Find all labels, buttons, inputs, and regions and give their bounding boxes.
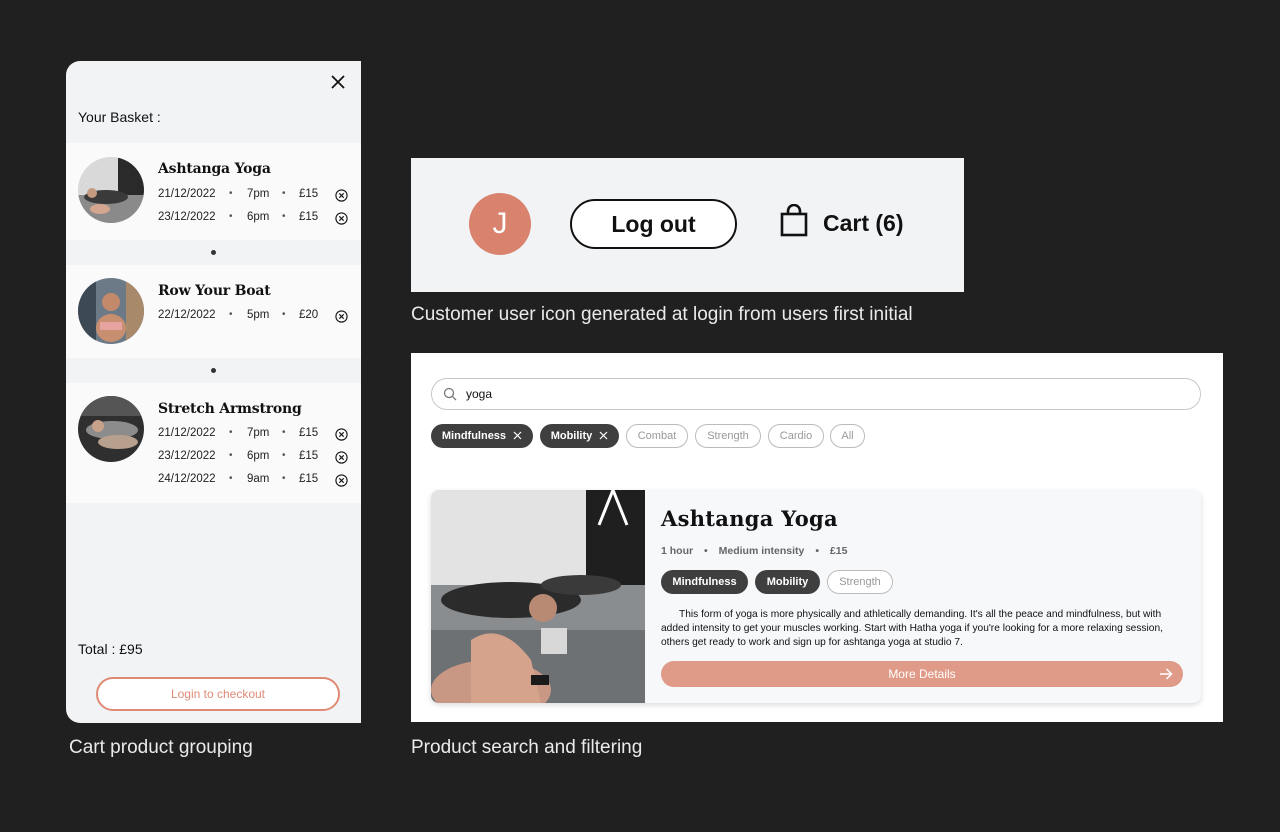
separator: • <box>282 450 286 461</box>
search-icon <box>443 387 457 401</box>
product-meta: 1 hour • Medium intensity • £15 <box>661 545 855 557</box>
slot-time: 9am <box>247 473 270 485</box>
product-intensity: Medium intensity <box>718 545 805 557</box>
slot-price: £15 <box>299 427 319 439</box>
class-thumbnail <box>78 396 144 462</box>
filter-chip-all[interactable]: All <box>830 424 865 448</box>
separator: • <box>229 188 233 199</box>
class-thumbnail <box>78 157 144 223</box>
product-duration: 1 hour <box>661 545 694 557</box>
close-icon[interactable] <box>513 431 522 440</box>
slot-time: 5pm <box>247 309 270 321</box>
arrow-right-icon <box>1160 668 1173 680</box>
slot-date: 22/12/2022 <box>158 309 216 321</box>
user-avatar[interactable]: J <box>469 193 531 255</box>
separator: • <box>229 450 233 461</box>
basket-slot: 23/12/2022 • 6pm • £15 <box>158 211 348 227</box>
product-image <box>431 490 645 703</box>
basket-slot: 21/12/2022 • 7pm • £15 <box>158 188 348 204</box>
basket-group: Ashtanga Yoga 21/12/2022 • 7pm • £15 23/… <box>66 143 361 240</box>
meta-separator: • <box>815 545 819 557</box>
separator: • <box>282 427 286 438</box>
product-tag-strength: Strength <box>827 570 893 594</box>
caption-cart: Cart product grouping <box>69 737 253 758</box>
separator: • <box>229 309 233 320</box>
close-icon[interactable] <box>599 431 608 440</box>
slot-time: 7pm <box>247 427 270 439</box>
remove-icon[interactable] <box>335 310 348 323</box>
class-thumbnail <box>78 278 144 344</box>
remove-icon[interactable] <box>335 428 348 441</box>
cart-label: Cart (6) <box>823 210 904 236</box>
slot-price: £15 <box>299 188 319 200</box>
basket-slot: 21/12/2022 • 7pm • £15 <box>158 427 348 443</box>
slot-price: £15 <box>299 473 319 485</box>
filter-chip-mindfulness[interactable]: Mindfulness <box>431 424 533 448</box>
product-description: This form of yoga is more physically and… <box>661 609 1163 648</box>
caption-icon: Customer user icon generated at login fr… <box>411 304 913 325</box>
more-details-label: More Details <box>888 667 956 681</box>
class-name: Row Your Boat <box>158 283 271 299</box>
separator: • <box>229 427 233 438</box>
class-name: Ashtanga Yoga <box>158 161 271 177</box>
remove-icon[interactable] <box>335 474 348 487</box>
filter-chip-label: Mobility <box>550 430 593 442</box>
slot-date: 21/12/2022 <box>158 188 216 200</box>
search-panel: yoga Mindfulness Mobility Combat Strengt… <box>411 353 1223 722</box>
product-price: £15 <box>829 545 848 557</box>
slot-date: 21/12/2022 <box>158 427 216 439</box>
slot-date: 24/12/2022 <box>158 473 216 485</box>
header-panel: J Log out Cart (6) <box>411 158 964 292</box>
shopping-bag-icon <box>780 204 808 237</box>
slot-time: 7pm <box>247 188 270 200</box>
slot-date: 23/12/2022 <box>158 211 216 223</box>
remove-icon[interactable] <box>335 451 348 464</box>
slot-price: £15 <box>299 450 319 462</box>
more-details-button[interactable]: More Details <box>661 661 1183 687</box>
product-tag-mindfulness: Mindfulness <box>661 570 748 594</box>
basket-slot: 24/12/2022 • 9am • £15 <box>158 473 348 489</box>
filter-chip-mobility[interactable]: Mobility <box>540 424 619 448</box>
remove-icon[interactable] <box>335 189 348 202</box>
separator: • <box>282 211 286 222</box>
slot-date: 23/12/2022 <box>158 450 216 462</box>
basket-slot: 22/12/2022 • 5pm • £20 <box>158 309 348 325</box>
basket-total: Total : £95 <box>78 641 143 657</box>
slot-time: 6pm <box>247 450 270 462</box>
basket-panel: Your Basket : Ashtanga Yoga 21/12/2022 •… <box>66 61 361 723</box>
login-to-checkout-button[interactable]: Login to checkout <box>96 677 340 711</box>
filter-chip-combat[interactable]: Combat <box>626 424 688 448</box>
remove-icon[interactable] <box>335 212 348 225</box>
basket-group: Stretch Armstrong 21/12/2022 • 7pm • £15… <box>66 383 361 503</box>
basket-title: Your Basket : <box>78 109 161 125</box>
separator: • <box>229 211 233 222</box>
group-divider-dot <box>211 250 216 255</box>
product-tag-mobility: Mobility <box>755 570 820 594</box>
separator: • <box>282 473 286 484</box>
basket-slot: 23/12/2022 • 6pm • £15 <box>158 450 348 466</box>
slot-time: 6pm <box>247 211 270 223</box>
basket-group: Row Your Boat 22/12/2022 • 5pm • £20 <box>66 265 361 358</box>
search-bar[interactable]: yoga <box>431 378 1201 410</box>
logout-button[interactable]: Log out <box>570 199 737 249</box>
product-title: Ashtanga Yoga <box>661 506 838 531</box>
filter-chip-strength[interactable]: Strength <box>695 424 761 448</box>
caption-search: Product search and filtering <box>411 737 643 758</box>
close-icon[interactable] <box>329 73 347 91</box>
group-divider-dot <box>211 368 216 373</box>
separator: • <box>282 309 286 320</box>
search-input[interactable]: yoga <box>466 379 492 409</box>
separator: • <box>282 188 286 199</box>
slot-price: £15 <box>299 211 319 223</box>
product-card: Ashtanga Yoga 1 hour • Medium intensity … <box>431 490 1201 703</box>
filter-chip-cardio[interactable]: Cardio <box>768 424 824 448</box>
filter-chip-label: Mindfulness <box>441 430 507 442</box>
separator: • <box>229 473 233 484</box>
class-name: Stretch Armstrong <box>158 401 302 417</box>
slot-price: £20 <box>299 309 319 321</box>
meta-separator: • <box>704 545 708 557</box>
